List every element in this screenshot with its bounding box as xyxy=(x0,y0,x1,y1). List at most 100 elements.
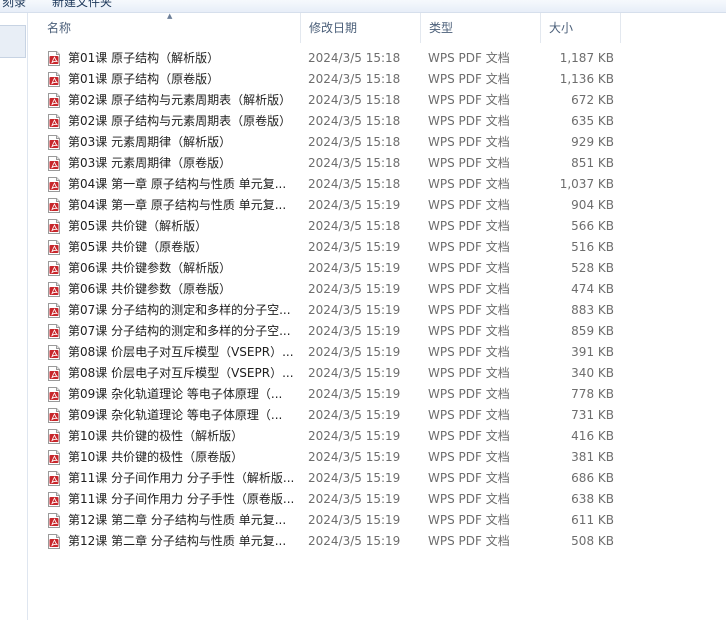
file-size: 516 KB xyxy=(571,240,614,254)
file-row[interactable]: 第06课 共价键参数（原卷版） 2024/3/5 15:19 WPS PDF 文… xyxy=(39,279,626,300)
pdf-file-icon xyxy=(47,345,61,360)
file-modified-date: 2024/3/5 15:19 xyxy=(308,450,401,464)
file-name: 第09课 杂化轨道理论 等电子体原理（... xyxy=(68,408,283,422)
file-row[interactable]: 第01课 原子结构（解析版） 2024/3/5 15:18 WPS PDF 文档… xyxy=(39,48,626,69)
file-row[interactable]: 第08课 价层电子对互斥模型（VSEPR）... 2024/3/5 15:19 … xyxy=(39,342,626,363)
file-size: 528 KB xyxy=(571,261,614,275)
file-row[interactable]: 第02课 原子结构与元素周期表（解析版） 2024/3/5 15:18 WPS … xyxy=(39,90,626,111)
pdf-file-icon xyxy=(47,324,61,339)
file-name: 第03课 元素周期律（原卷版） xyxy=(68,156,232,170)
file-modified-date: 2024/3/5 15:19 xyxy=(308,534,401,548)
pdf-file-icon xyxy=(47,51,61,66)
file-modified-date: 2024/3/5 15:19 xyxy=(308,198,401,212)
pdf-file-icon xyxy=(47,387,61,402)
file-name: 第04课 第一章 原子结构与性质 单元复... xyxy=(68,198,287,212)
file-size: 778 KB xyxy=(571,387,614,401)
pdf-file-icon xyxy=(47,72,61,87)
new-folder-button[interactable]: 新建文件夹 xyxy=(52,0,112,10)
file-size: 474 KB xyxy=(571,282,614,296)
file-type: WPS PDF 文档 xyxy=(428,51,510,65)
file-name: 第02课 原子结构与元素周期表（解析版） xyxy=(68,93,292,107)
file-row[interactable]: 第05课 共价键（解析版） 2024/3/5 15:18 WPS PDF 文档 … xyxy=(39,216,626,237)
file-size: 904 KB xyxy=(571,198,614,212)
file-size: 686 KB xyxy=(571,471,614,485)
pdf-file-icon xyxy=(47,114,61,129)
file-row[interactable]: 第12课 第二章 分子结构与性质 单元复... 2024/3/5 15:19 W… xyxy=(39,510,626,531)
file-modified-date: 2024/3/5 15:18 xyxy=(308,219,401,233)
file-type: WPS PDF 文档 xyxy=(428,534,510,548)
file-name: 第06课 共价键参数（解析版） xyxy=(68,261,232,275)
file-name: 第11课 分子间作用力 分子手性（解析版... xyxy=(68,471,295,485)
file-row[interactable]: 第09课 杂化轨道理论 等电子体原理（... 2024/3/5 15:19 WP… xyxy=(39,405,626,426)
command-bar: 刻录 新建文件夹 xyxy=(0,0,726,13)
file-size: 1,037 KB xyxy=(559,177,614,191)
file-row[interactable]: 第02课 原子结构与元素周期表（原卷版） 2024/3/5 15:18 WPS … xyxy=(39,111,626,132)
file-type: WPS PDF 文档 xyxy=(428,177,510,191)
file-size: 851 KB xyxy=(571,156,614,170)
pdf-file-icon xyxy=(47,366,61,381)
file-row[interactable]: 第04课 第一章 原子结构与性质 单元复... 2024/3/5 15:18 W… xyxy=(39,174,626,195)
pdf-file-icon xyxy=(47,303,61,318)
file-type: WPS PDF 文档 xyxy=(428,513,510,527)
file-row[interactable]: 第11课 分子间作用力 分子手性（解析版... 2024/3/5 15:19 W… xyxy=(39,468,626,489)
pdf-file-icon xyxy=(47,429,61,444)
file-name: 第12课 第二章 分子结构与性质 单元复... xyxy=(68,513,287,527)
file-name: 第05课 共价键（解析版） xyxy=(68,219,208,233)
file-size: 416 KB xyxy=(571,429,614,443)
file-modified-date: 2024/3/5 15:19 xyxy=(308,492,401,506)
pdf-file-icon xyxy=(47,261,61,276)
file-type: WPS PDF 文档 xyxy=(428,366,510,380)
column-header-date[interactable]: 修改日期 xyxy=(301,13,421,43)
pdf-file-icon xyxy=(47,156,61,171)
file-size: 672 KB xyxy=(571,93,614,107)
file-modified-date: 2024/3/5 15:18 xyxy=(308,93,401,107)
pdf-file-icon xyxy=(47,282,61,297)
file-size: 566 KB xyxy=(571,219,614,233)
file-name: 第08课 价层电子对互斥模型（VSEPR）... xyxy=(68,345,294,359)
file-size: 929 KB xyxy=(571,135,614,149)
file-row[interactable]: 第11课 分子间作用力 分子手性（原卷版... 2024/3/5 15:19 W… xyxy=(39,489,626,510)
file-list: 第01课 原子结构（解析版） 2024/3/5 15:18 WPS PDF 文档… xyxy=(39,48,639,552)
file-modified-date: 2024/3/5 15:18 xyxy=(308,72,401,86)
file-type: WPS PDF 文档 xyxy=(428,471,510,485)
file-row[interactable]: 第05课 共价键（原卷版） 2024/3/5 15:19 WPS PDF 文档 … xyxy=(39,237,626,258)
file-modified-date: 2024/3/5 15:18 xyxy=(308,177,401,191)
pdf-file-icon xyxy=(47,513,61,528)
file-row[interactable]: 第10课 共价键的极性（原卷版） 2024/3/5 15:19 WPS PDF … xyxy=(39,447,626,468)
file-type: WPS PDF 文档 xyxy=(428,429,510,443)
nav-selected-item[interactable] xyxy=(0,25,26,58)
file-row[interactable]: 第09课 杂化轨道理论 等电子体原理（... 2024/3/5 15:19 WP… xyxy=(39,384,626,405)
file-row[interactable]: 第08课 价层电子对互斥模型（VSEPR）... 2024/3/5 15:19 … xyxy=(39,363,626,384)
file-row[interactable]: 第03课 元素周期律（解析版） 2024/3/5 15:18 WPS PDF 文… xyxy=(39,132,626,153)
column-header-name[interactable]: 名称 xyxy=(39,13,301,43)
burn-button[interactable]: 刻录 xyxy=(2,0,26,10)
file-row[interactable]: 第10课 共价键的极性（解析版） 2024/3/5 15:19 WPS PDF … xyxy=(39,426,626,447)
file-row[interactable]: 第01课 原子结构（原卷版） 2024/3/5 15:18 WPS PDF 文档… xyxy=(39,69,626,90)
file-name: 第02课 原子结构与元素周期表（原卷版） xyxy=(68,114,292,128)
file-modified-date: 2024/3/5 15:19 xyxy=(308,387,401,401)
file-modified-date: 2024/3/5 15:19 xyxy=(308,345,401,359)
file-size: 381 KB xyxy=(571,450,614,464)
file-type: WPS PDF 文档 xyxy=(428,450,510,464)
file-row[interactable]: 第06课 共价键参数（解析版） 2024/3/5 15:19 WPS PDF 文… xyxy=(39,258,626,279)
column-header-type[interactable]: 类型 xyxy=(421,13,541,43)
file-name: 第05课 共价键（原卷版） xyxy=(68,240,208,254)
file-name: 第06课 共价键参数（原卷版） xyxy=(68,282,232,296)
file-name: 第11课 分子间作用力 分子手性（原卷版... xyxy=(68,492,295,506)
file-name: 第07课 分子结构的测定和多样的分子空... xyxy=(68,303,291,317)
file-row[interactable]: 第03课 元素周期律（原卷版） 2024/3/5 15:18 WPS PDF 文… xyxy=(39,153,626,174)
file-size: 638 KB xyxy=(571,492,614,506)
file-modified-date: 2024/3/5 15:19 xyxy=(308,240,401,254)
file-type: WPS PDF 文档 xyxy=(428,408,510,422)
file-name: 第03课 元素周期律（解析版） xyxy=(68,135,232,149)
file-name: 第09课 杂化轨道理论 等电子体原理（... xyxy=(68,387,283,401)
file-row[interactable]: 第12课 第二章 分子结构与性质 单元复... 2024/3/5 15:19 W… xyxy=(39,531,626,552)
file-modified-date: 2024/3/5 15:19 xyxy=(308,471,401,485)
file-row[interactable]: 第07课 分子结构的测定和多样的分子空... 2024/3/5 15:19 WP… xyxy=(39,300,626,321)
file-size: 1,136 KB xyxy=(559,72,614,86)
column-header-size[interactable]: 大小 xyxy=(541,13,621,43)
file-size: 340 KB xyxy=(571,366,614,380)
file-row[interactable]: 第04课 第一章 原子结构与性质 单元复... 2024/3/5 15:19 W… xyxy=(39,195,626,216)
file-size: 391 KB xyxy=(571,345,614,359)
file-row[interactable]: 第07课 分子结构的测定和多样的分子空... 2024/3/5 15:19 WP… xyxy=(39,321,626,342)
